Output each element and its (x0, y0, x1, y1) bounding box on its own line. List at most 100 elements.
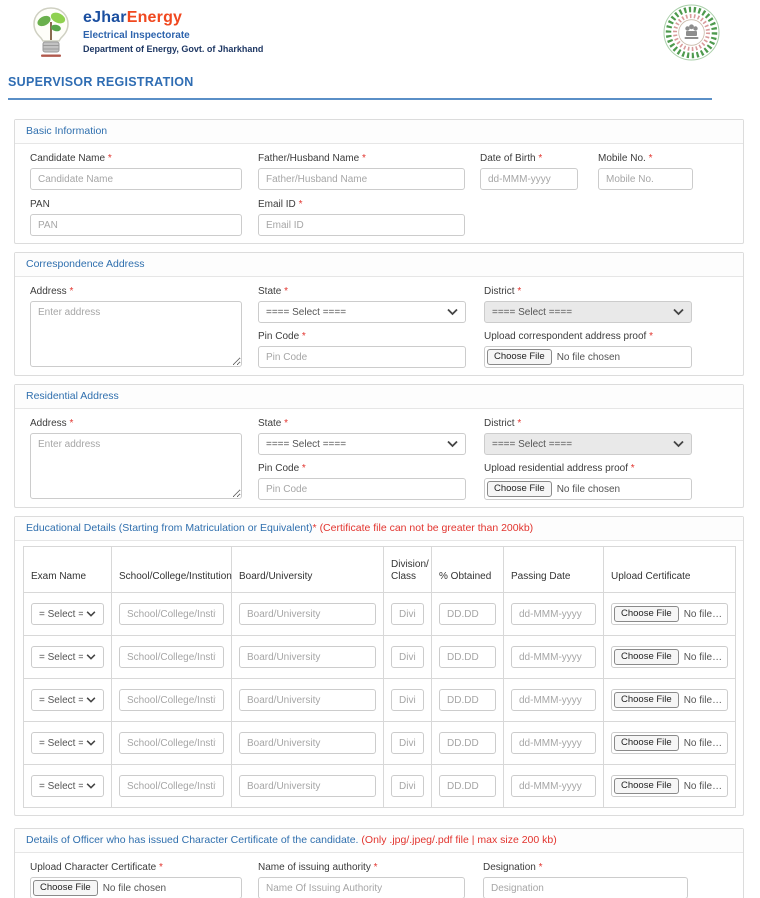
school-input[interactable] (119, 732, 224, 754)
residential-address-label: Address * (30, 418, 242, 429)
certificate-choose-file-button[interactable]: Choose File (614, 735, 679, 751)
correspondence-district-value: ==== Select ==== (492, 307, 572, 318)
character-certificate-filebox[interactable]: Choose File No file chosen (30, 877, 242, 898)
passing-date-input[interactable] (511, 689, 596, 711)
passing-date-input[interactable] (511, 775, 596, 797)
col-percent-obtained: % Obtained (432, 547, 504, 593)
residential-district-value: ==== Select ==== (492, 439, 572, 450)
passing-date-input[interactable] (511, 646, 596, 668)
division-input[interactable] (391, 689, 424, 711)
certificate-choose-file-button[interactable]: Choose File (614, 692, 679, 708)
certificate-upload-filebox[interactable]: Choose File No file chosen (611, 603, 728, 625)
residential-upload-label: Upload residential address proof * (484, 463, 692, 474)
residential-district-select[interactable]: ==== Select ==== (484, 433, 692, 455)
division-input[interactable] (391, 646, 424, 668)
certificate-file-status: No file chosen (684, 738, 723, 749)
education-row: = Select = Choose File No file chosen (24, 593, 736, 636)
board-input[interactable] (239, 646, 376, 668)
exam-name-select[interactable]: = Select = (31, 689, 104, 711)
passing-date-input[interactable] (511, 603, 596, 625)
chevron-down-icon (447, 309, 458, 316)
officer-section-note: (Only .jpg/.jpeg/.pdf file | max size 20… (361, 834, 556, 846)
exam-name-select[interactable]: = Select = (31, 646, 104, 668)
issuing-authority-input[interactable] (258, 877, 465, 898)
pan-input[interactable] (30, 214, 242, 236)
correspondence-address-title-text: Correspondence Address (26, 258, 145, 270)
education-row: = Select = Choose File No file chosen (24, 722, 736, 765)
residential-state-label: State * (258, 418, 466, 429)
certificate-choose-file-button[interactable]: Choose File (614, 778, 679, 794)
correspondence-address-textarea[interactable] (30, 301, 242, 367)
correspondence-district-select[interactable]: ==== Select ==== (484, 301, 692, 323)
division-input[interactable] (391, 775, 424, 797)
residential-file-status: No file chosen (557, 484, 687, 495)
certificate-upload-filebox[interactable]: Choose FileNo file chosen (611, 775, 728, 797)
col-passing-date: Passing Date (504, 547, 604, 593)
board-input[interactable] (239, 775, 376, 797)
school-input[interactable] (119, 603, 224, 625)
certificate-upload-filebox[interactable]: Choose FileNo file chosen (611, 689, 728, 711)
board-input[interactable] (239, 689, 376, 711)
mobile-no-input[interactable] (598, 168, 693, 190)
correspondence-address-label: Address * (30, 286, 242, 297)
correspondence-upload-filebox[interactable]: Choose File No file chosen (484, 346, 692, 368)
character-certificate-choose-file-button[interactable]: Choose File (33, 880, 98, 896)
percent-input[interactable] (439, 732, 496, 754)
residential-upload-filebox[interactable]: Choose File No file chosen (484, 478, 692, 500)
chevron-down-icon (86, 783, 96, 789)
date-of-birth-input[interactable] (480, 168, 578, 190)
residential-choose-file-button[interactable]: Choose File (487, 481, 552, 497)
chevron-down-icon (673, 309, 684, 316)
title-divider (8, 98, 712, 100)
correspondence-file-status: No file chosen (557, 352, 687, 363)
exam-name-select[interactable]: = Select = (31, 603, 104, 625)
division-input[interactable] (391, 732, 424, 754)
correspondence-choose-file-button[interactable]: Choose File (487, 349, 552, 365)
page-title: SUPERVISOR REGISTRATION (8, 75, 760, 89)
division-input[interactable] (391, 603, 424, 625)
certificate-choose-file-button[interactable]: Choose File (614, 606, 679, 622)
section-basic-information: Basic Information Candidate Name * Fathe… (14, 119, 744, 244)
chevron-down-icon (86, 697, 96, 703)
passing-date-input[interactable] (511, 732, 596, 754)
certificate-file-status: No file chosen (684, 609, 723, 620)
educational-details-title: Educational Details (Starting from Matri… (15, 517, 743, 541)
residential-district-label: District * (484, 418, 692, 429)
percent-input[interactable] (439, 603, 496, 625)
board-input[interactable] (239, 603, 376, 625)
basic-information-title-text: Basic Information (26, 125, 107, 137)
school-input[interactable] (119, 646, 224, 668)
designation-input[interactable] (483, 877, 688, 898)
certificate-upload-filebox[interactable]: Choose File No file chosen (611, 732, 728, 754)
percent-input[interactable] (439, 775, 496, 797)
chevron-down-icon (86, 654, 96, 660)
board-input[interactable] (239, 732, 376, 754)
email-id-input[interactable] (258, 214, 465, 236)
certificate-choose-file-button[interactable]: Choose File (614, 649, 679, 665)
chevron-down-icon (673, 441, 684, 448)
correspondence-pincode-input[interactable] (258, 346, 466, 368)
education-row: = Select = Choose FileNo file chosen (24, 636, 736, 679)
correspondence-state-select[interactable]: ==== Select ==== (258, 301, 466, 323)
designation-label: Designation * (483, 862, 688, 873)
residential-state-value: ==== Select ==== (266, 439, 346, 450)
correspondence-upload-label: Upload correspondent address proof * (484, 331, 692, 342)
date-of-birth-label: Date of Birth * (480, 153, 578, 164)
school-input[interactable] (119, 689, 224, 711)
mobile-no-label: Mobile No. * (598, 153, 693, 164)
brand-ejhar: eJhar (83, 9, 127, 26)
correspondence-state-label: State * (258, 286, 466, 297)
residential-address-textarea[interactable] (30, 433, 242, 499)
residential-state-select[interactable]: ==== Select ==== (258, 433, 466, 455)
certificate-upload-filebox[interactable]: Choose FileNo file chosen (611, 646, 728, 668)
exam-name-select[interactable]: = Select = (31, 732, 104, 754)
correspondence-address-title: Correspondence Address (15, 253, 743, 277)
percent-input[interactable] (439, 689, 496, 711)
exam-name-select[interactable]: = Select = (31, 775, 104, 797)
father-husband-name-input[interactable] (258, 168, 465, 190)
residential-pincode-input[interactable] (258, 478, 466, 500)
chevron-down-icon (86, 740, 96, 746)
school-input[interactable] (119, 775, 224, 797)
percent-input[interactable] (439, 646, 496, 668)
candidate-name-input[interactable] (30, 168, 242, 190)
